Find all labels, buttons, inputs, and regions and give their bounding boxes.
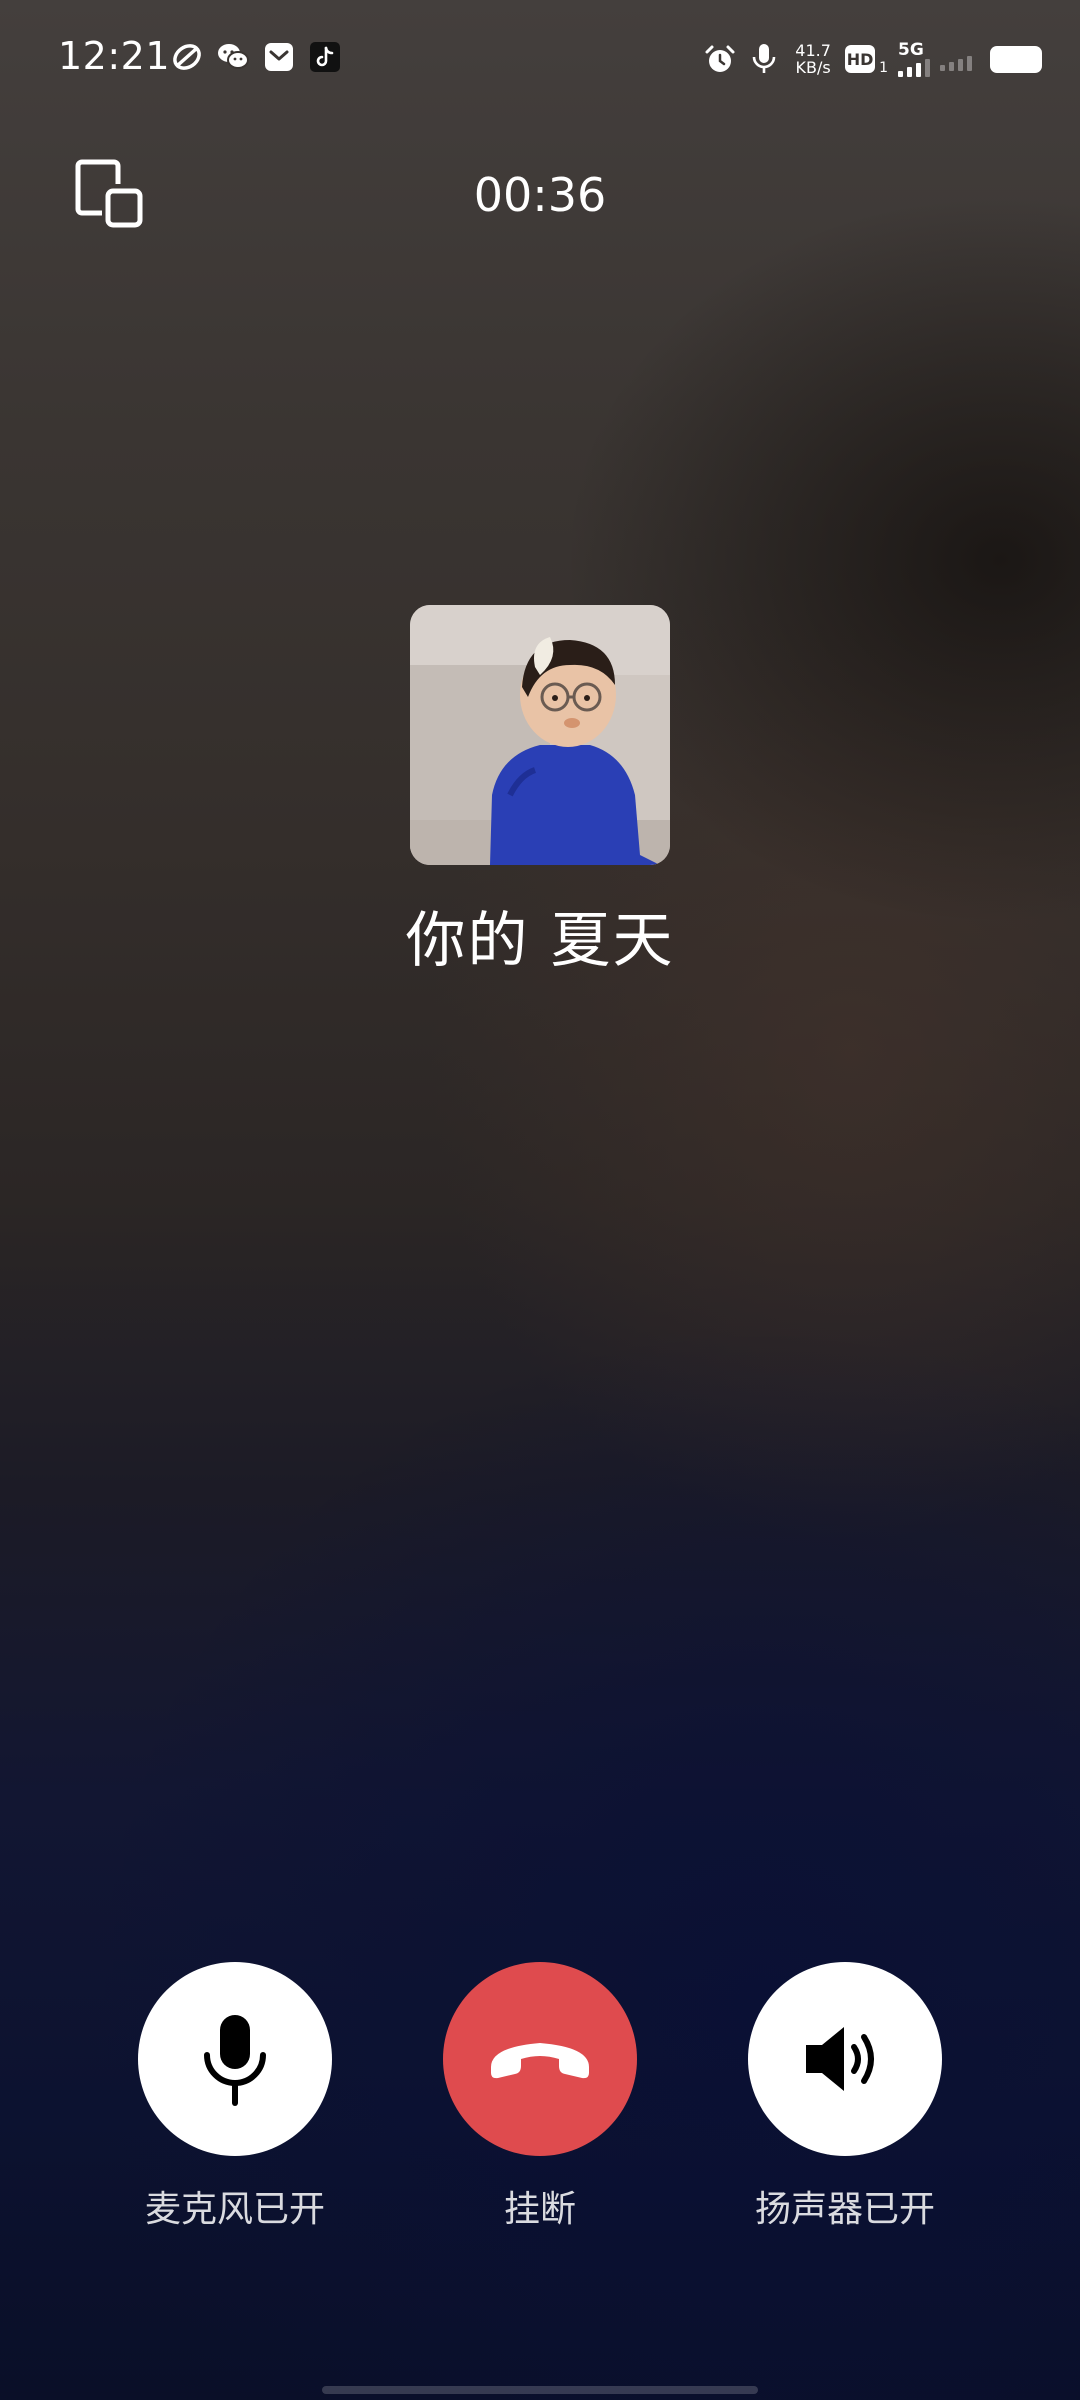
call-timer: 00:36: [473, 168, 607, 222]
tiktok-icon: [308, 40, 342, 74]
hangup-button[interactable]: [443, 1962, 637, 2156]
speaker-icon: [806, 2027, 874, 2091]
contact-avatar: [410, 605, 670, 865]
hd-badge: HD: [845, 45, 876, 73]
speaker-label: 扬声器已开: [754, 2189, 935, 2230]
microphone-icon: [204, 2015, 266, 2106]
status-indicators: 41.7 KB/s HD 1 5G: [703, 38, 1042, 80]
notification-icons: [170, 40, 342, 74]
status-time: 12:21: [58, 34, 171, 78]
microphone-button[interactable]: [138, 1962, 332, 2156]
signal-primary: 5G: [898, 39, 930, 77]
mail-icon: [262, 40, 296, 74]
hangup-label: 挂断: [503, 2189, 576, 2230]
contact-name: 你的 夏天: [405, 906, 675, 976]
battery-icon: [990, 45, 1042, 73]
network-speed-unit: KB/s: [795, 58, 831, 77]
status-bar: 12:21 41.7 KB/s HD 1 5G: [0, 0, 1080, 120]
home-indicator[interactable]: [322, 2386, 758, 2394]
pip-icon: [75, 159, 143, 228]
pip-button[interactable]: [72, 158, 144, 230]
microphone-label: 麦克风已开: [144, 2189, 325, 2230]
nfc-icon: [170, 40, 204, 74]
network-type: 5G: [898, 39, 924, 60]
hd-sim-number: 1: [879, 60, 888, 76]
signal-bars-icon: [898, 58, 930, 77]
speaker-button[interactable]: [748, 1962, 942, 2156]
wechat-icon: [216, 40, 250, 74]
network-speed: 41.7 KB/s: [791, 42, 835, 76]
network-speed-value: 41.7: [795, 41, 831, 60]
hangup-phone-icon: [491, 2043, 589, 2079]
alarm-icon: [703, 42, 737, 76]
signal-secondary-icon: [940, 47, 972, 71]
call-screen: 12:21 41.7 KB/s HD 1 5G 00:36 你的 夏天 麦克风已…: [0, 0, 1080, 2400]
mic-icon: [747, 42, 781, 76]
